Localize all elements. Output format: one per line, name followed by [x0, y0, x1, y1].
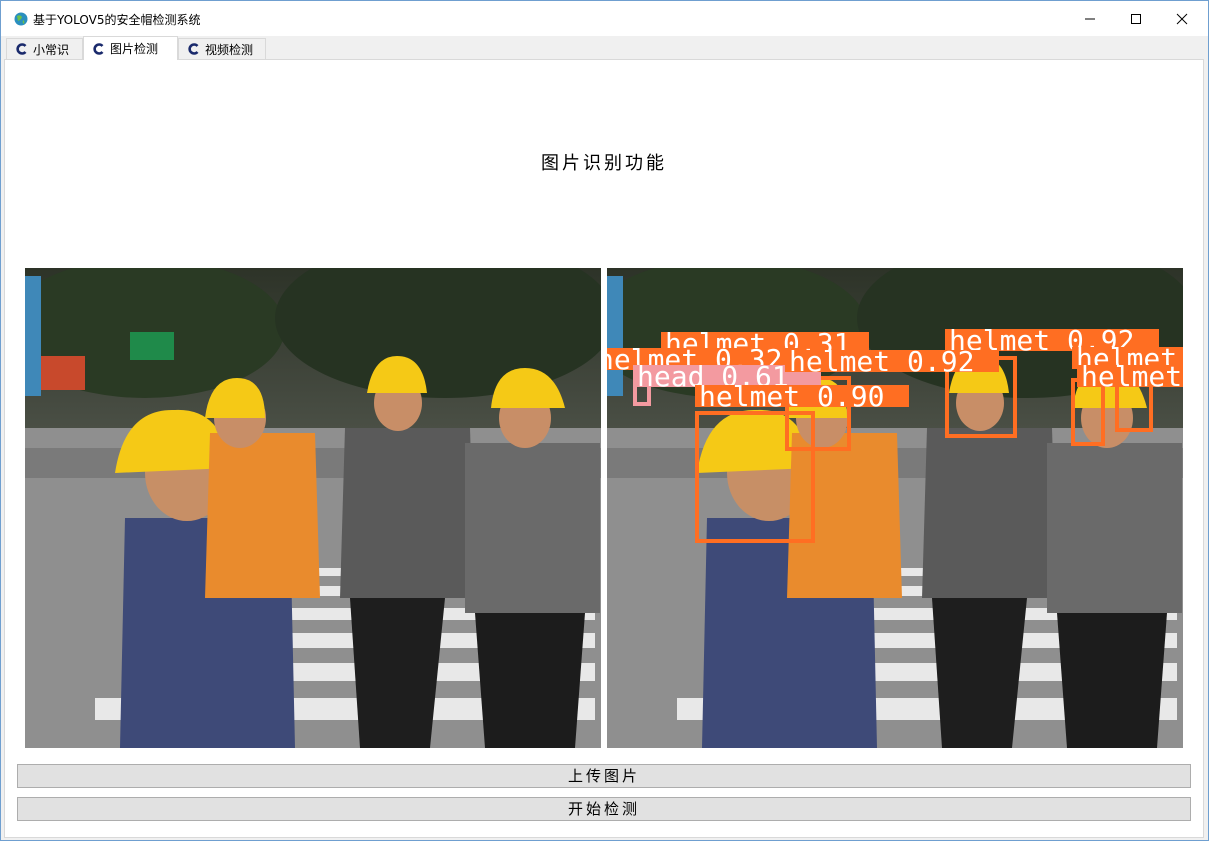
c-icon — [93, 42, 104, 55]
detection-label: helmet 0.92 — [785, 350, 999, 372]
upload-image-button[interactable]: 上传图片 — [17, 764, 1191, 788]
maximize-icon — [1131, 13, 1141, 24]
detection-label: helmet 0.90 — [695, 385, 909, 407]
minimize-icon — [1085, 18, 1095, 19]
tab-bar: 小常识 图片检测 视频检测 — [1, 36, 1208, 60]
image-detection-panel: 图片识别功能 helmet 0.31 helmet 0.32 head 0.61… — [4, 59, 1204, 838]
original-image — [25, 268, 601, 748]
tab-label: 图片检测 — [110, 42, 159, 56]
maximize-button[interactable] — [1113, 1, 1159, 36]
tab-tips[interactable]: 小常识 — [6, 38, 83, 59]
start-detection-button[interactable]: 开始检测 — [17, 797, 1191, 821]
tab-video-detection[interactable]: 视频检测 — [178, 38, 266, 59]
c-icon — [16, 43, 27, 55]
detection-result-image: helmet 0.31 helmet 0.32 head 0.61 helmet… — [607, 268, 1183, 748]
close-icon — [1176, 13, 1188, 24]
title-bar[interactable]: 基于YOLOV5的安全帽检测系统 — [1, 1, 1208, 36]
detection-label: helmet — [1077, 365, 1183, 387]
tab-image-detection[interactable]: 图片检测 — [83, 36, 178, 60]
app-window: 基于YOLOV5的安全帽检测系统 小常识 图片检测 视频检测 图片识别功能 he… — [0, 0, 1209, 841]
tab-label: 小常识 — [33, 42, 70, 57]
close-button[interactable] — [1159, 1, 1205, 36]
minimize-button[interactable] — [1067, 1, 1113, 36]
page-title: 图片识别功能 — [541, 153, 667, 174]
globe-icon — [14, 12, 28, 26]
window-title: 基于YOLOV5的安全帽检测系统 — [33, 13, 201, 27]
c-icon — [188, 43, 199, 55]
detection-box — [1071, 378, 1105, 446]
tab-label: 视频检测 — [205, 42, 254, 57]
